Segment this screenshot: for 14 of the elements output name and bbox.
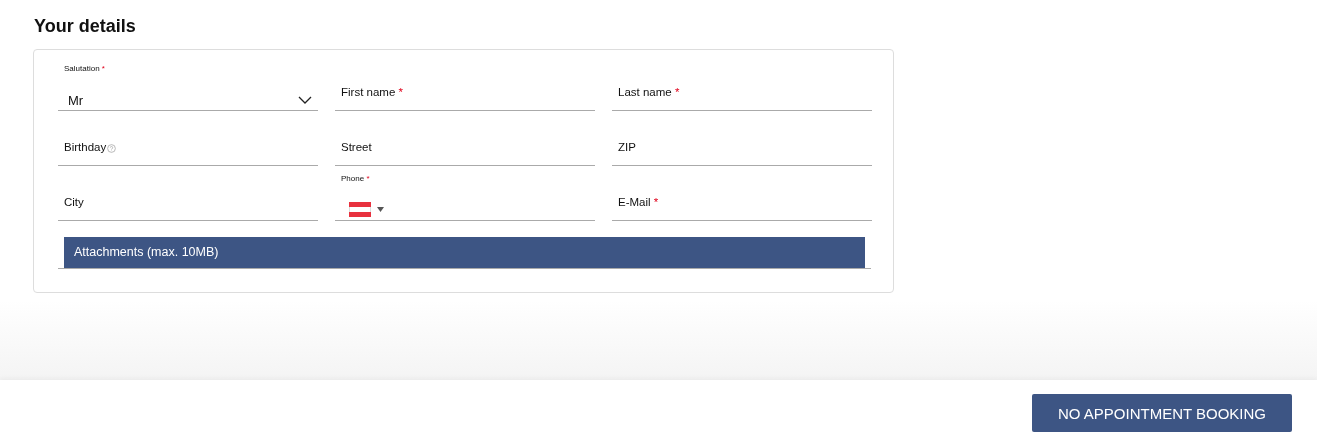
chevron-down-icon: [298, 96, 312, 104]
phone-field[interactable]: Phone *: [335, 166, 595, 221]
caret-icon: [377, 207, 384, 212]
input-field[interactable]: City: [58, 166, 318, 221]
input-field[interactable]: Street: [335, 111, 595, 166]
flag-icon: [349, 202, 371, 217]
attachments-header[interactable]: Attachments (max. 10MB): [64, 237, 865, 268]
no-appointment-button[interactable]: NO APPOINTMENT BOOKING: [1032, 394, 1292, 432]
input-field[interactable]: First name *: [335, 70, 595, 111]
input-field[interactable]: Birthday: [58, 111, 318, 166]
input-field[interactable]: E-Mail *: [612, 166, 872, 221]
input-field[interactable]: Last name *: [612, 70, 872, 111]
input-field[interactable]: ZIP: [612, 111, 872, 166]
section-heading: Your details: [34, 16, 137, 37]
